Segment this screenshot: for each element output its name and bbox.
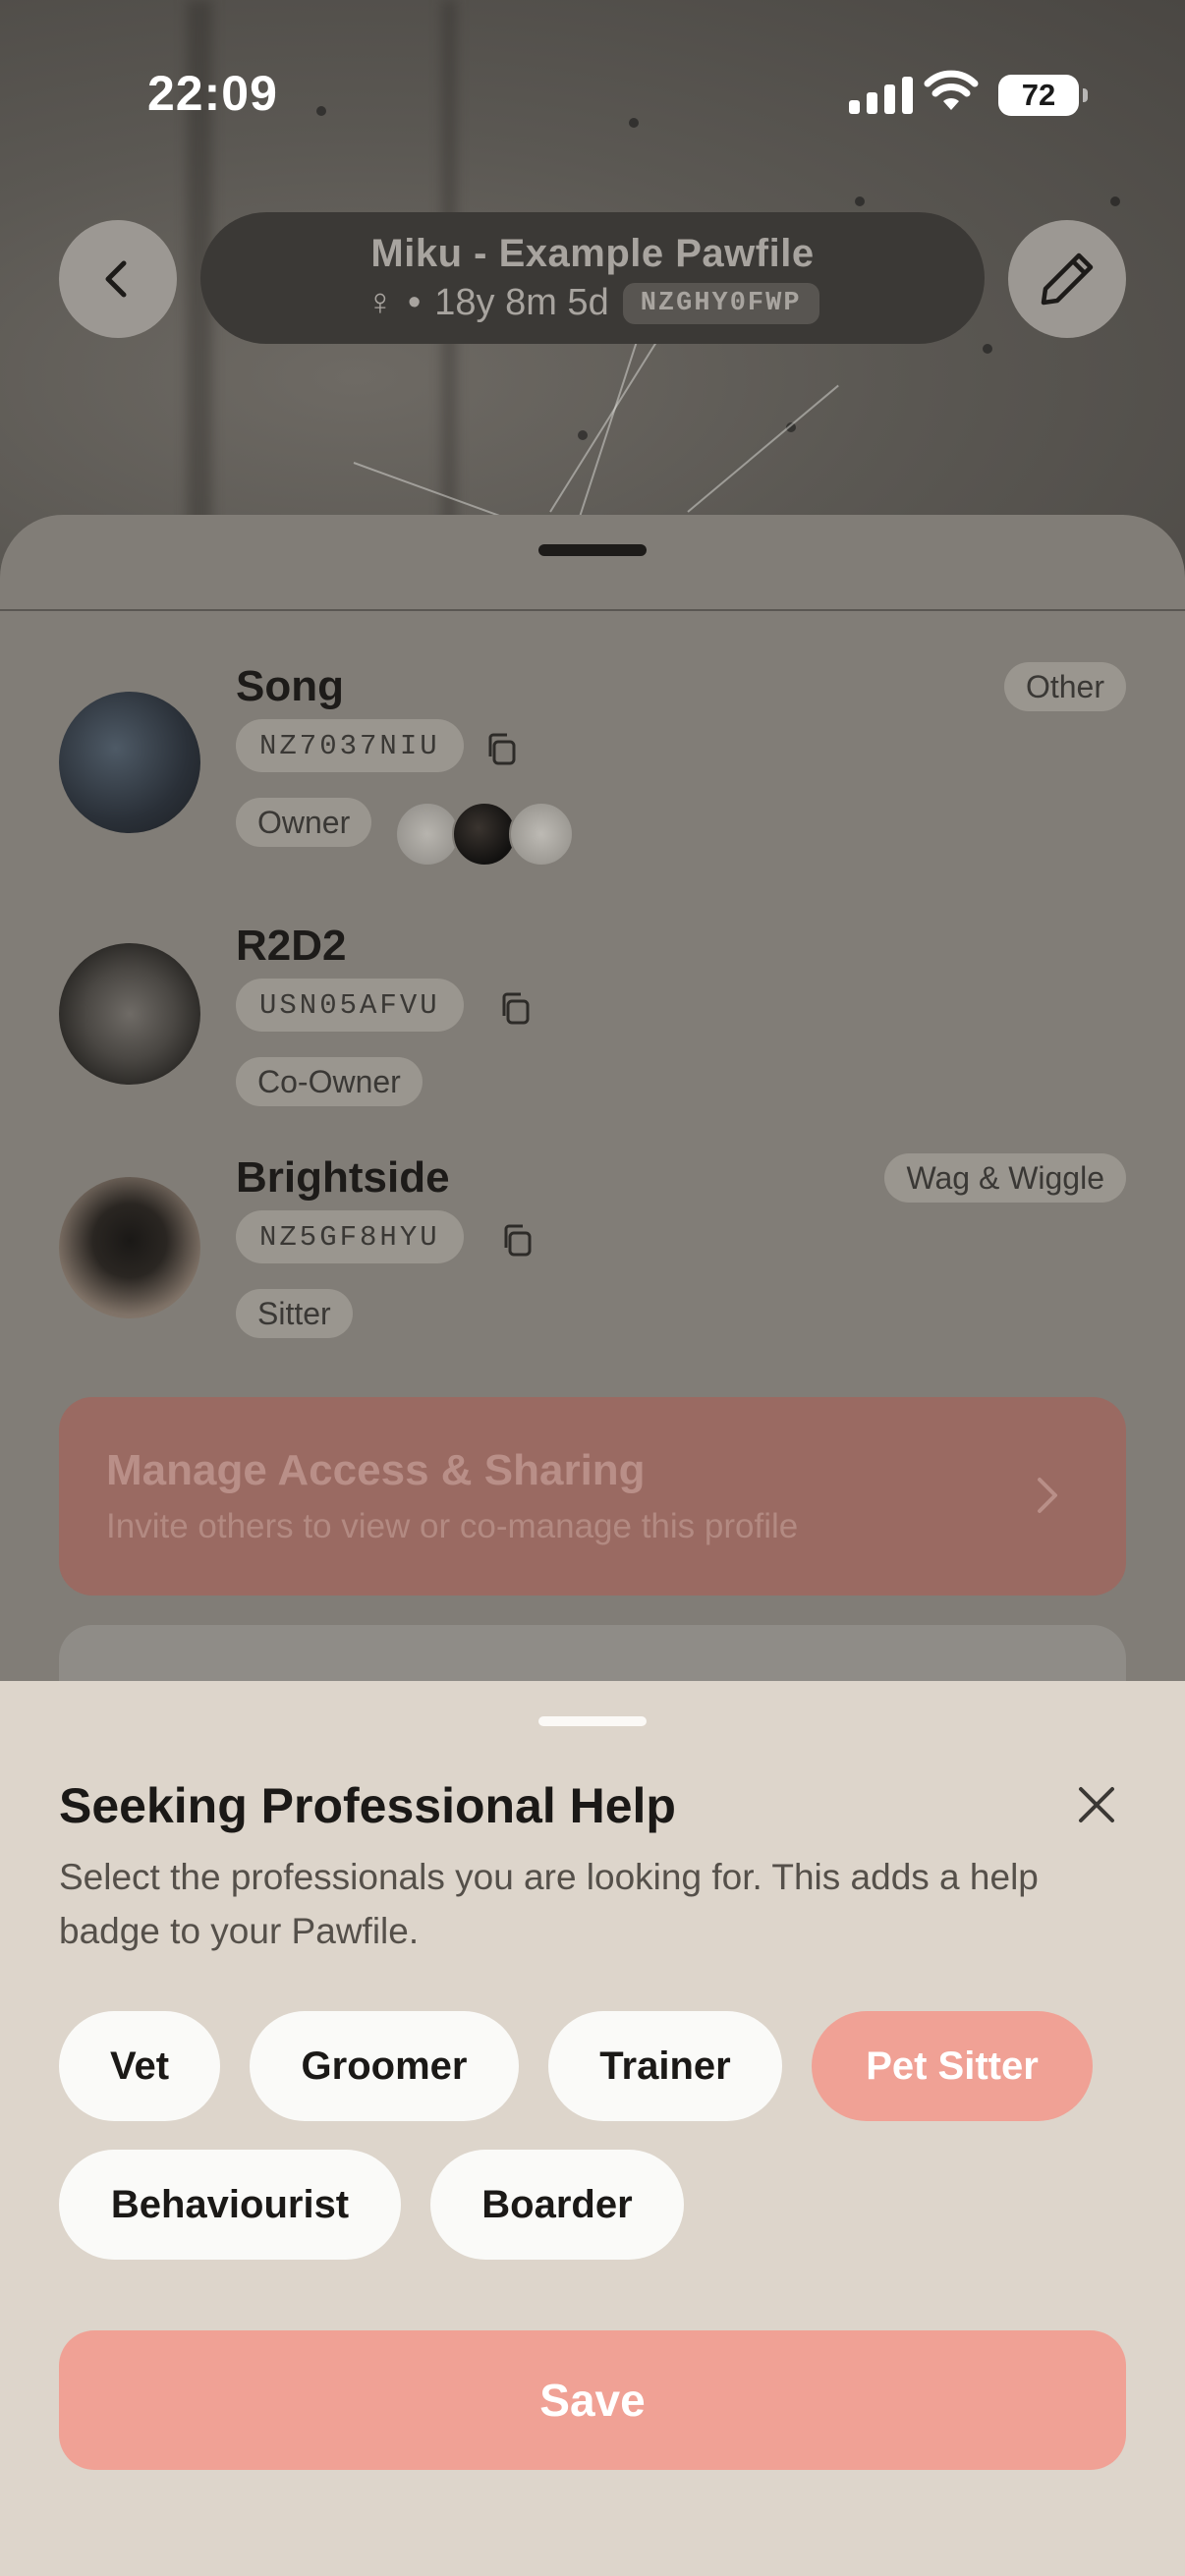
option-trainer[interactable]: Trainer [548,2011,782,2121]
option-vet[interactable]: Vet [59,2011,220,2121]
back-chevron-icon [105,260,127,298]
pencil-icon [1041,252,1094,306]
card-grabber[interactable] [538,544,647,556]
wifi-icon [924,70,979,110]
sheet-description: Select the professionals you are looking… [59,1857,1039,1951]
person-tag-chip: Other [1003,662,1126,711]
option-groomer[interactable]: Groomer [250,2011,519,2121]
person-code-chip: NZ5GF8HYU [236,1210,464,1263]
copy-icon[interactable] [495,988,535,1028]
copy-icon[interactable] [481,729,521,768]
person-name: Brightside [236,1153,450,1202]
sheet-title: Seeking Professional Help [59,1778,676,1833]
chevron-right-icon [1038,1478,1057,1513]
option-behaviourist[interactable]: Behaviourist [59,2150,401,2260]
pet-age: 18y 8m 5d [434,282,609,323]
back-button[interactable] [59,220,177,338]
manage-access-button[interactable]: Manage Access & Sharing Invite others to… [59,1397,1126,1596]
card-divider [0,609,1185,611]
status-time: 22:09 [147,66,278,121]
professional-help-sheet: Seeking Professional Help Select the pro… [0,1681,1185,2576]
option-pet-sitter[interactable]: Pet Sitter [812,2011,1093,2121]
avatar [59,1177,200,1318]
person-name: Song [236,662,344,710]
pawfile-name: Miku - Example Pawfile [370,232,815,275]
manage-access-title: Manage Access & Sharing [106,1446,646,1494]
avatar [59,692,200,833]
meta-separator: • [407,282,422,323]
person-name: R2D2 [236,922,347,970]
status-bar: 22:09 72 [0,0,1185,177]
pawfile-meta: ♀ • 18y 8m 5d NZGHY0FWP [366,282,819,324]
mini-avatar [395,802,460,867]
female-icon: ♀ [366,282,394,323]
mini-avatar [452,802,517,867]
manage-access-subtitle: Invite others to view or co-manage this … [106,1507,799,1545]
pawfile-id-chip: NZGHY0FWP [622,282,819,324]
role-chip: Sitter [236,1289,353,1338]
person-tag-chip: Wag & Wiggle [884,1153,1126,1203]
copy-icon[interactable] [497,1220,536,1260]
pawfile-title-pill: Miku - Example Pawfile ♀ • 18y 8m 5d NZG… [200,212,985,344]
role-chip: Co-Owner [236,1057,423,1106]
battery-indicator: 72 [998,75,1088,116]
access-card: Song NZ7037NIU Owner Other R2D2 USN05AFV… [0,515,1185,1694]
person-code-chip: NZ7037NIU [236,719,464,772]
option-boarder[interactable]: Boarder [430,2150,684,2260]
person-code-chip: USN05AFVU [236,979,464,1032]
role-chip: Owner [236,798,372,847]
save-button[interactable]: Save [59,2330,1126,2470]
avatar [59,943,200,1085]
signal-icon [849,75,913,114]
close-icon[interactable] [1071,1779,1122,1830]
edit-button[interactable] [1008,220,1126,338]
mini-avatar [509,802,574,867]
sheet-grabber[interactable] [538,1716,647,1726]
linked-pets-avatars [395,802,574,867]
